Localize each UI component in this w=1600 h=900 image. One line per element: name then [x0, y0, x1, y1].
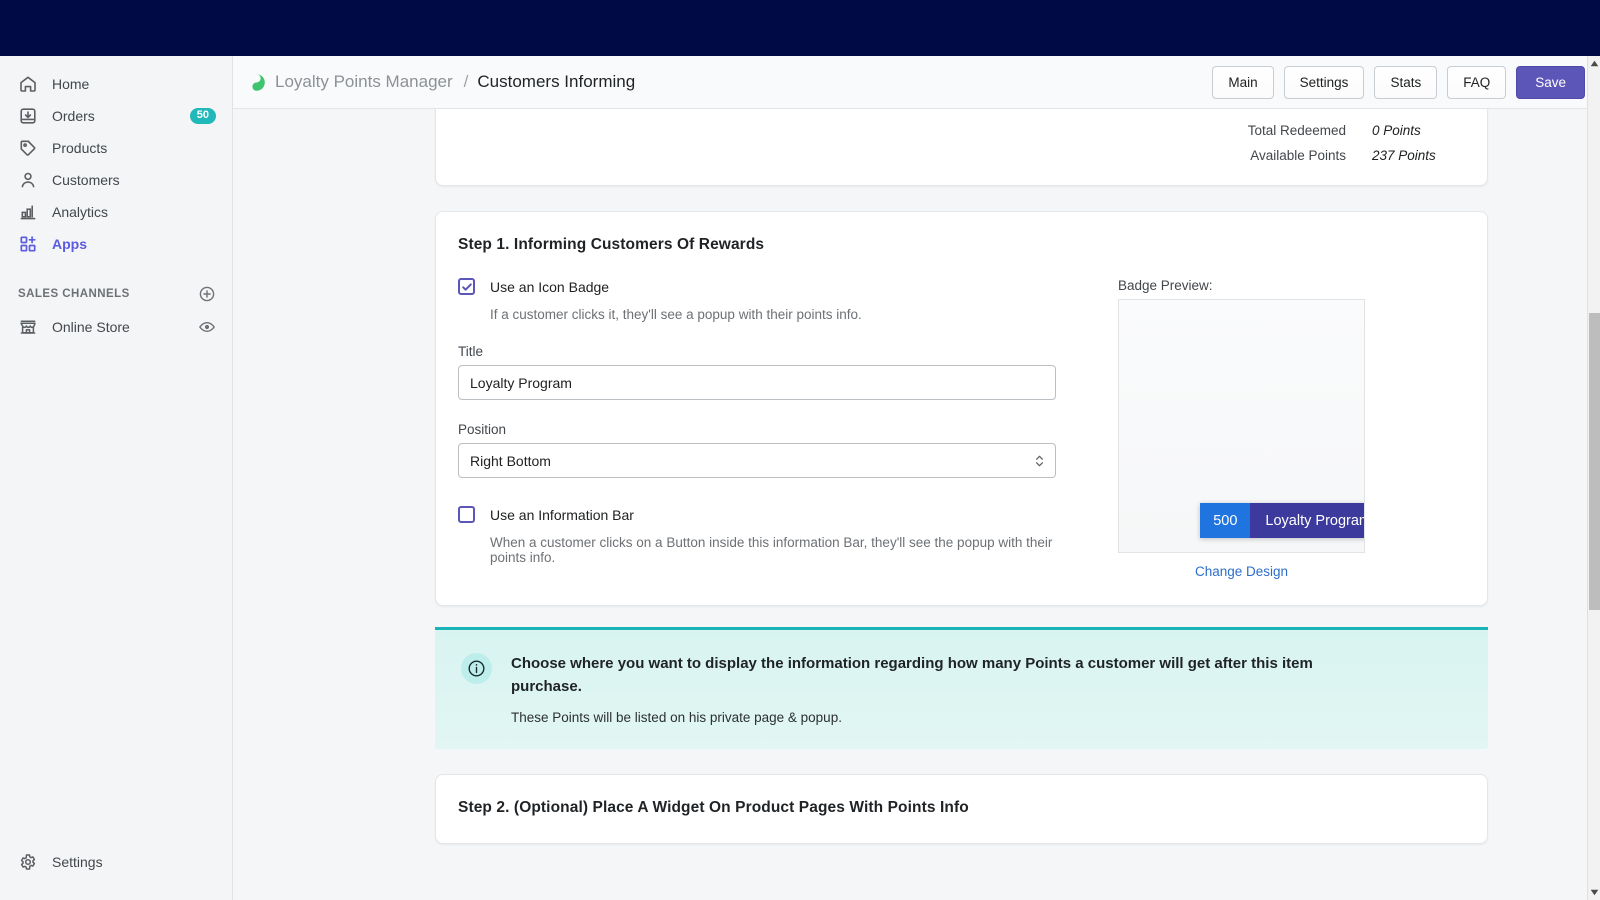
- sidebar-item-online-store[interactable]: Online Store: [8, 311, 224, 342]
- use-information-bar-help: When a customer clicks on a Button insid…: [490, 535, 1053, 565]
- sidebar-item-customers[interactable]: Customers: [8, 164, 224, 195]
- app-header: Loyalty Points Manager / Customers Infor…: [233, 56, 1600, 109]
- storefront-icon: [18, 317, 38, 337]
- breadcrumb-app-name[interactable]: Loyalty Points Manager: [275, 72, 453, 92]
- sidebar-item-apps[interactable]: Apps: [8, 228, 224, 259]
- inner-scrollbar-track[interactable]: [1577, 109, 1586, 900]
- summary-label: Available Points: [1250, 148, 1346, 163]
- scroll-up-arrow-icon[interactable]: [1588, 56, 1600, 71]
- info-circle-icon: [461, 653, 492, 684]
- summary-value: 237 Points: [1372, 148, 1436, 163]
- page-scrollbar[interactable]: [1587, 56, 1600, 900]
- step-1-left-column: Use an Icon Badge If a customer clicks i…: [458, 278, 1090, 579]
- sidebar-item-home[interactable]: Home: [8, 68, 224, 99]
- customers-person-icon: [18, 170, 38, 190]
- sidebar-item-label: Orders: [52, 107, 95, 124]
- orders-count-badge: 50: [189, 107, 216, 124]
- top-navigation-bar: [0, 0, 1600, 56]
- step-1-body: Use an Icon Badge If a customer clicks i…: [458, 278, 1465, 579]
- page-scrollbar-thumb[interactable]: [1589, 313, 1600, 610]
- title-input[interactable]: [458, 365, 1056, 400]
- information-bar-block: Use an Information Bar When a customer c…: [458, 506, 1090, 565]
- points-summary-card: Total Redeemed 0 Points Available Points…: [435, 109, 1488, 186]
- sidebar-bottom: Settings: [0, 846, 233, 878]
- loyalty-app-logo-icon: [247, 73, 266, 92]
- sidebar-item-label: Online Store: [52, 318, 130, 335]
- breadcrumb-separator: /: [463, 72, 469, 91]
- info-banner-subtitle: These Points will be listed on his priva…: [511, 709, 842, 725]
- use-information-bar-label: Use an Information Bar: [490, 506, 634, 523]
- sidebar-item-label: Apps: [52, 235, 87, 252]
- page-column: Total Redeemed 0 Points Available Points…: [233, 109, 1585, 844]
- use-icon-badge-checkbox[interactable]: [458, 278, 475, 295]
- sidebar-section-sales-channels: SALES CHANNELS: [8, 281, 224, 307]
- gear-icon: [18, 852, 38, 872]
- title-field-label: Title: [458, 344, 484, 359]
- badge-widget-preview[interactable]: 500 Loyalty Program: [1200, 503, 1364, 538]
- sidebar-item-products[interactable]: Products: [8, 132, 224, 163]
- sidebar-item-label: Customers: [52, 171, 120, 188]
- sidebar-item-label: Home: [52, 75, 90, 92]
- sidebar-item-label: Products: [52, 139, 108, 156]
- use-information-bar-checkbox[interactable]: [458, 506, 475, 523]
- use-information-bar-checkbox-row[interactable]: Use an Information Bar: [458, 506, 1090, 523]
- sidebar-item-label: Settings: [52, 853, 103, 870]
- use-icon-badge-checkbox-row[interactable]: Use an Icon Badge: [458, 278, 1090, 295]
- page-title: Customers Informing: [477, 72, 636, 91]
- info-banner-title: Choose where you want to display the inf…: [511, 655, 1313, 696]
- header-button-group: Main Settings Stats FAQ Save: [1212, 65, 1588, 99]
- breadcrumb: Loyalty Points Manager / Customers Infor…: [247, 72, 1212, 92]
- position-select[interactable]: Right Bottom: [458, 443, 1056, 478]
- eye-icon[interactable]: [198, 318, 216, 336]
- summary-rows: Total Redeemed 0 Points Available Points…: [1198, 123, 1454, 163]
- summary-value: 0 Points: [1372, 123, 1421, 138]
- info-banner-text: Choose where you want to display the inf…: [511, 652, 1464, 725]
- sidebar-item-label: Analytics: [52, 203, 109, 220]
- page-content: Total Redeemed 0 Points Available Points…: [233, 109, 1585, 884]
- step-1-title: Step 1. Informing Customers Of Rewards: [458, 236, 765, 253]
- step-2-title: Step 2. (Optional) Place A Widget On Pro…: [458, 798, 969, 816]
- use-icon-badge-label: Use an Icon Badge: [490, 278, 610, 295]
- sidebar-item-orders[interactable]: Orders 50: [8, 100, 224, 131]
- stepper-chevrons-icon: [1035, 453, 1044, 469]
- sidebar-item-settings[interactable]: Settings: [8, 846, 225, 877]
- sidebar: Home Orders 50 Products Customers Analyt…: [0, 56, 233, 900]
- home-icon: [18, 74, 38, 94]
- step-1-right-column: Badge Preview: 500 Loyalty Program Chang…: [1090, 278, 1465, 579]
- orders-icon: [18, 106, 38, 126]
- position-field-label: Position: [458, 422, 507, 437]
- scroll-down-arrow-icon[interactable]: [1588, 885, 1600, 900]
- change-design-link[interactable]: Change Design: [1118, 564, 1365, 579]
- badge-preview-box: 500 Loyalty Program: [1118, 299, 1365, 553]
- position-select-value: Right Bottom: [470, 452, 551, 469]
- summary-row-total-redeemed: Total Redeemed 0 Points: [1198, 123, 1454, 138]
- tab-stats[interactable]: Stats: [1374, 65, 1438, 99]
- checkmark-icon: [461, 282, 472, 291]
- badge-title-text: Loyalty Program: [1250, 503, 1364, 538]
- use-icon-badge-help: If a customer clicks it, they'll see a p…: [490, 307, 862, 322]
- title-field-group: Title: [458, 344, 1090, 400]
- app-scroll-region: Total Redeemed 0 Points Available Points…: [233, 109, 1600, 900]
- circle-plus-icon[interactable]: [198, 285, 216, 303]
- badge-points-value: 500: [1200, 503, 1251, 538]
- info-banner: Choose where you want to display the inf…: [435, 627, 1488, 749]
- sidebar-nav-list: Home Orders 50 Products Customers Analyt…: [0, 56, 232, 342]
- step-2-card: Step 2. (Optional) Place A Widget On Pro…: [435, 773, 1488, 844]
- sidebar-item-analytics[interactable]: Analytics: [8, 196, 224, 227]
- tab-main[interactable]: Main: [1212, 65, 1274, 99]
- analytics-bars-icon: [18, 202, 38, 222]
- products-tag-icon: [18, 138, 38, 158]
- tab-settings[interactable]: Settings: [1283, 65, 1365, 99]
- save-button[interactable]: Save: [1516, 65, 1585, 99]
- sales-channels-heading: SALES CHANNELS: [18, 288, 130, 300]
- tab-faq[interactable]: FAQ: [1447, 65, 1507, 99]
- position-field-group: Position Right Bottom: [458, 422, 1090, 478]
- step-1-card: Step 1. Informing Customers Of Rewards U…: [435, 211, 1488, 606]
- apps-grid-plus-icon: [18, 234, 38, 254]
- badge-preview-label: Badge Preview:: [1118, 278, 1213, 293]
- app-frame: Loyalty Points Manager / Customers Infor…: [233, 56, 1600, 900]
- summary-label: Total Redeemed: [1247, 123, 1346, 138]
- summary-row-available-points: Available Points 237 Points: [1198, 148, 1454, 163]
